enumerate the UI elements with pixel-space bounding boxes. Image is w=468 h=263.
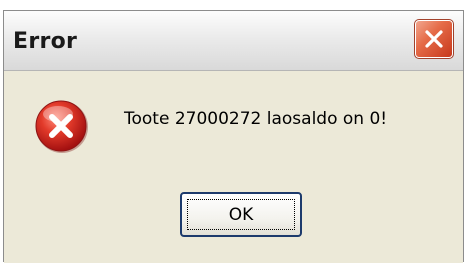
title-bar[interactable]: Error <box>4 11 463 71</box>
ok-button-label: OK <box>187 199 295 230</box>
close-icon <box>425 30 443 48</box>
ok-button[interactable]: OK <box>180 192 302 237</box>
dialog-body: Toote 27000272 laosaldo on 0! OK <box>4 71 463 263</box>
error-icon <box>35 100 88 153</box>
window-title: Error <box>13 29 78 54</box>
error-message: Toote 27000272 laosaldo on 0! <box>124 109 388 129</box>
close-button[interactable] <box>414 19 454 59</box>
error-dialog-window: Error Toote 27000272 laosaldo on 0! OK <box>3 10 464 263</box>
